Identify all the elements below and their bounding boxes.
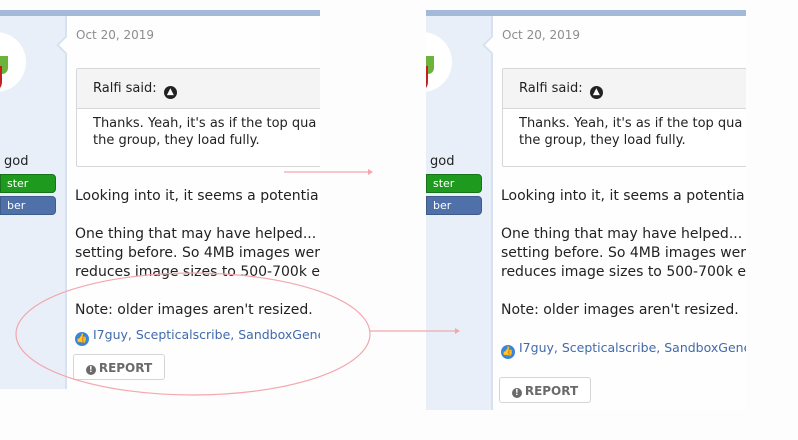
like-icon: 👍 [75, 332, 89, 346]
jump-to-quote-icon[interactable]: ▲ [163, 86, 177, 99]
post-panel-after: god ster ber Oct 20, 2019 Ralfi said: ▲ … [426, 10, 746, 410]
post-date[interactable]: Oct 20, 2019 [502, 28, 580, 42]
report-icon: ! [511, 388, 522, 398]
post-text-line: setting before. So 4MB images wer [501, 245, 746, 261]
quote-block: Ralfi said: ▲ Thanks. Yeah, it's as if t… [502, 68, 746, 167]
user-sidebar: god ster ber [0, 16, 67, 389]
quote-line: Thanks. Yeah, it's as if the top qua [519, 116, 743, 131]
report-label: REPORT [524, 384, 579, 398]
quote-body: Thanks. Yeah, it's as if the top qua the… [77, 109, 320, 155]
user-banner-blue: ber [0, 196, 56, 215]
user-banner-blue: ber [426, 196, 482, 215]
report-button[interactable]: ! REPORT [73, 354, 165, 380]
likes-list[interactable]: I7guy, Scepticalscribe, SandboxGene [519, 340, 746, 355]
arrowhead-icon [368, 169, 373, 175]
quote-line: the group, they load fully. [519, 133, 686, 148]
user-title: god [430, 154, 455, 169]
post-panel-before: god ster ber Oct 20, 2019 Ralfi said: ▲ … [0, 10, 320, 389]
post-note: Note: older images aren't resized. [501, 302, 739, 318]
quote-header[interactable]: Ralfi said: ▲ [77, 69, 320, 109]
quote-body: Thanks. Yeah, it's as if the top qua the… [503, 109, 746, 155]
user-banner-green: ster [426, 174, 482, 193]
post-text-line: One thing that may have helped... [75, 226, 317, 242]
likes-bar: 👍 I7guy, Scepticalscribe, SandboxGene [501, 340, 746, 359]
post-text-line: Looking into it, it seems a potentia [75, 188, 319, 204]
user-sidebar: god ster ber [426, 16, 493, 410]
post-text-line: reduces image sizes to 500-700k e [501, 264, 746, 280]
avatar[interactable] [426, 32, 452, 92]
quote-author: Ralfi said: [93, 81, 157, 96]
report-icon: ! [85, 365, 96, 375]
quote-line: the group, they load fully. [93, 133, 260, 148]
jump-to-quote-icon[interactable]: ▲ [589, 86, 603, 99]
likes-bar: 👍 I7guy, Scepticalscribe, SandboxGene [75, 327, 320, 346]
avatar[interactable] [0, 32, 26, 92]
post-text-line: reduces image sizes to 500-700k e [75, 264, 320, 280]
post-text-line: Looking into it, it seems a potentia [501, 188, 745, 204]
report-button[interactable]: ! REPORT [499, 377, 591, 403]
post-text-line: setting before. So 4MB images wer [75, 245, 320, 261]
quote-line: Thanks. Yeah, it's as if the top qua [93, 116, 317, 131]
user-banner-green: ster [0, 174, 56, 193]
quote-block: Ralfi said: ▲ Thanks. Yeah, it's as if t… [76, 68, 320, 167]
quote-author: Ralfi said: [519, 81, 583, 96]
post-note: Note: older images aren't resized. [75, 302, 313, 318]
report-label: REPORT [98, 361, 153, 375]
like-icon: 👍 [501, 345, 515, 359]
likes-list[interactable]: I7guy, Scepticalscribe, SandboxGene [93, 327, 320, 342]
post-date[interactable]: Oct 20, 2019 [76, 28, 154, 42]
post-text-line: One thing that may have helped... [501, 226, 743, 242]
user-title: god [4, 154, 29, 169]
quote-header[interactable]: Ralfi said: ▲ [503, 69, 746, 109]
